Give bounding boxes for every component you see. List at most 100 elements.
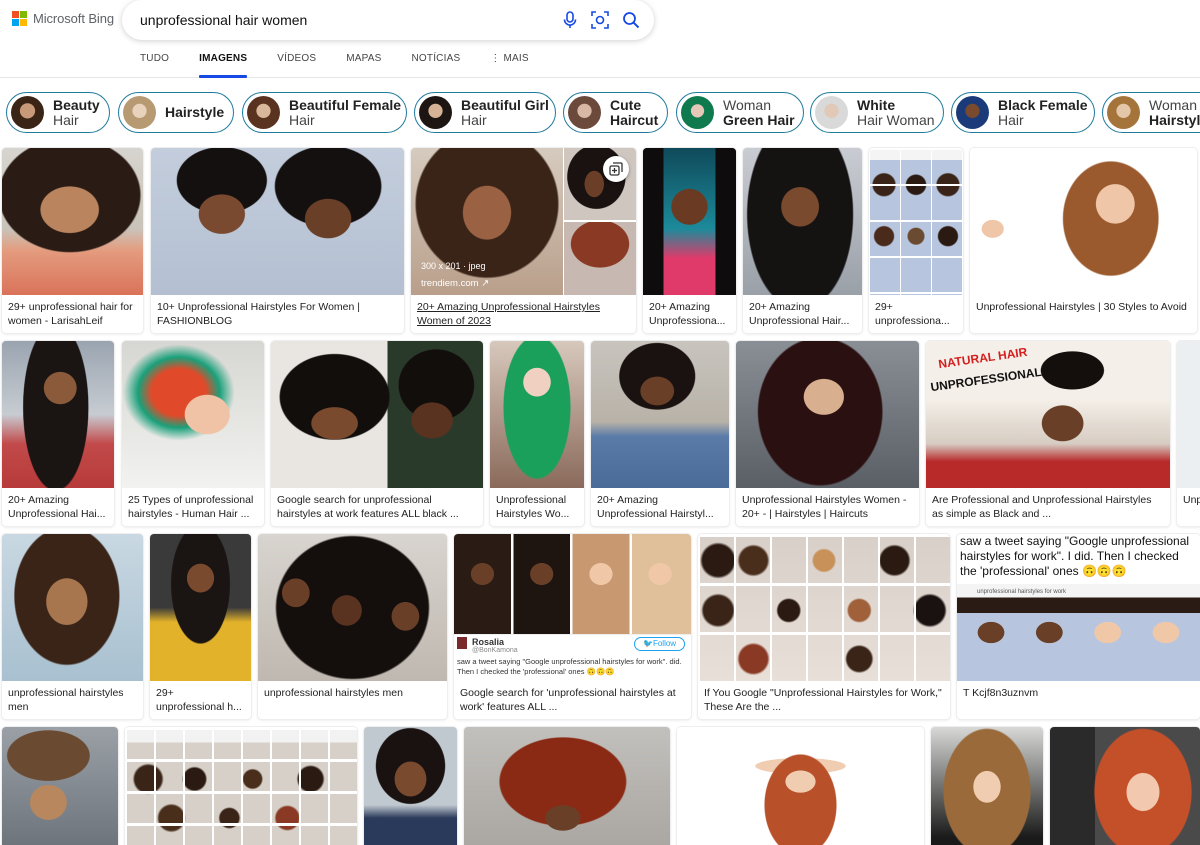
result-caption: unprofessional hairstyles men — [8, 687, 124, 713]
tweet-screenshot-text: saw a tweet saying "Google unprofessiona… — [960, 534, 1190, 578]
tweet-handle: @BonKamona — [472, 647, 518, 654]
image-result[interactable]: Google search for unprofessional hairsty… — [271, 341, 483, 526]
search-icon[interactable] — [620, 9, 642, 31]
tab-images[interactable]: IMAGENS — [199, 48, 248, 78]
image-result[interactable] — [931, 727, 1043, 845]
result-caption: Google search for 'unprofessional hairst… — [460, 687, 676, 713]
result-caption: unprofessional hairstyles men — [264, 687, 403, 699]
related-chip-cute-haircut[interactable]: Cute Haircut — [563, 92, 668, 133]
image-result[interactable]: 29+ unprofessional hair for women - Lari… — [2, 148, 143, 333]
result-thumbnail — [490, 341, 584, 488]
chip-thumbnail — [419, 96, 452, 129]
result-thumbnail — [677, 727, 924, 845]
image-result[interactable] — [464, 727, 670, 845]
result-thumbnail — [564, 148, 636, 220]
result-thumbnail — [591, 341, 729, 488]
result-caption: 20+ Amazing Unprofessiona... — [649, 301, 726, 327]
twitter-bird-icon: 🐦 — [643, 639, 653, 648]
result-caption-link[interactable]: 20+ Amazing Unprofessional Hairstyles Wo… — [417, 300, 630, 328]
result-thumbnail — [743, 148, 862, 295]
chip-label-bold: Cute — [610, 96, 642, 113]
tab-more[interactable]: ⋮ MAIS — [490, 48, 528, 78]
search-input[interactable] — [140, 10, 540, 30]
result-thumbnail — [122, 341, 264, 488]
image-result[interactable]: Unp — [1177, 341, 1200, 526]
related-chip-beautiful-girl-hair[interactable]: Beautiful Girl Hair — [414, 92, 556, 133]
related-searches-bar: Beauty Hair Hairstyle Beautiful Female Hai… — [6, 92, 1200, 134]
image-result[interactable]: unprofessional hairstyles men — [258, 534, 447, 719]
bing-logo[interactable]: Microsoft Bing — [12, 11, 114, 26]
image-result[interactable]: 20+ Amazing Unprofessional Hair... — [743, 148, 862, 333]
result-thumbnail — [643, 148, 736, 295]
result-caption: Google search for unprofessional hairsty… — [277, 494, 459, 520]
image-result[interactable]: 29+ unprofessional h... — [150, 534, 251, 719]
result-thumbnail — [125, 727, 357, 845]
image-result[interactable]: 10+ Unprofessional Hairstyles For Women … — [151, 148, 404, 333]
result-thumbnail — [1177, 341, 1200, 488]
tab-all[interactable]: TUDO — [140, 48, 169, 78]
chip-thumbnail — [956, 96, 989, 129]
image-result[interactable] — [2, 727, 118, 845]
tab-maps[interactable]: MAPAS — [346, 48, 381, 78]
related-chip-beauty-hair[interactable]: Beauty Hair — [6, 92, 110, 133]
tab-news[interactable]: NOTÍCIAS — [412, 48, 461, 78]
result-thumbnail — [454, 534, 691, 634]
image-result[interactable] — [677, 727, 924, 845]
chip-label-bold: Haircut — [610, 111, 659, 128]
image-result[interactable]: 25 Types of unprofessional hairstyles - … — [122, 341, 264, 526]
chip-thumbnail — [1107, 96, 1140, 129]
image-result-hovered[interactable]: 300 x 201 · jpeg trendiem.com ↗ 20+ Amaz… — [411, 148, 636, 333]
image-result[interactable]: 20+ Amazing Unprofessional Hairstyl... — [591, 341, 729, 526]
result-thumbnail — [1050, 727, 1200, 845]
visual-search-icon[interactable] — [589, 9, 611, 31]
top-bar: Microsoft Bing TUDO IMAGENS VÍDEOS MAPAS… — [0, 0, 1200, 78]
chip-thumbnail — [11, 96, 44, 129]
result-caption: 20+ Amazing Unprofessional Hairstyl... — [597, 494, 714, 520]
related-chip-white-hair-woman[interactable]: White Hair Woman — [810, 92, 944, 133]
search-box — [122, 0, 654, 40]
image-result[interactable]: Unprofessional Hairstyles | 30 Styles to… — [970, 148, 1197, 333]
image-result[interactable]: Unprofessional Hairstyles Wo... — [490, 341, 584, 526]
result-caption: 10+ Unprofessional Hairstyles For Women … — [157, 301, 360, 327]
image-result[interactable]: NATURAL HAIR UNPROFESSIONAL??? Are Profe… — [926, 341, 1170, 526]
image-result[interactable]: Unprofessional Hairstyles Women - 20+ - … — [736, 341, 919, 526]
tab-more-label: MAIS — [503, 53, 529, 64]
embedded-screenshot-header: unprofessional hairstyles for work — [977, 589, 1067, 595]
image-source-domain: trendiem.com — [421, 278, 479, 289]
image-result[interactable] — [364, 727, 457, 845]
microphone-icon[interactable] — [559, 9, 581, 31]
image-result[interactable]: 20+ Amazing Unprofessiona... — [643, 148, 736, 333]
tab-videos[interactable]: VÍDEOS — [277, 48, 316, 78]
related-chip-hairstyle[interactable]: Hairstyle — [118, 92, 234, 133]
image-result[interactable] — [1050, 727, 1200, 845]
image-result[interactable]: 29+ unprofessiona... — [869, 148, 963, 333]
result-caption: Unprofessional Hairstyles | 30 Styles to… — [976, 301, 1187, 313]
image-result[interactable]: unprofessional hairstyles men — [2, 534, 143, 719]
image-result[interactable] — [125, 727, 357, 845]
image-result[interactable]: saw a tweet saying "Google unprofessiona… — [957, 534, 1200, 719]
tweet-avatar — [457, 637, 467, 649]
add-to-collection-icon[interactable] — [603, 156, 629, 182]
image-result[interactable]: 20+ Amazing Unprofessional Hai... — [2, 341, 114, 526]
chip-thumbnail — [247, 96, 280, 129]
related-chip-beautiful-female-hair[interactable]: Beautiful Female Hair — [242, 92, 407, 133]
chip-label-bold: Hairstyle — [165, 104, 225, 120]
result-caption: 25 Types of unprofessional hairstyles - … — [128, 494, 254, 520]
result-caption: If You Google "Unprofessional Hairstyles… — [704, 687, 942, 713]
result-caption: 29+ unprofessional h... — [156, 687, 242, 713]
related-chip-woman-hairstyle[interactable]: WomanHairstyle — [1102, 92, 1200, 133]
result-caption: Unprofessional Hairstyles Wo... — [496, 494, 570, 520]
chip-label: Hair — [53, 111, 79, 128]
image-source-meta[interactable]: trendiem.com ↗ — [421, 278, 489, 289]
related-chip-woman-green-hair[interactable]: Woman Green Hair — [676, 92, 804, 133]
result-caption: Are Professional and Unprofessional Hair… — [932, 494, 1152, 520]
related-chip-black-female-hair[interactable]: Black Female Hair — [951, 92, 1095, 133]
image-result[interactable]: Rosalia @BonKamona 🐦Follow saw a tweet s… — [454, 534, 691, 719]
result-thumbnail — [464, 727, 670, 845]
tweet-card: Rosalia @BonKamona 🐦Follow saw a tweet s… — [454, 634, 691, 681]
image-result[interactable]: If You Google "Unprofessional Hairstyles… — [698, 534, 950, 719]
result-thumbnail — [2, 341, 114, 488]
tweet-follow-button: 🐦Follow — [634, 637, 686, 651]
chip-label-bold: Green Hair — [723, 111, 795, 128]
result-thumbnail — [271, 341, 483, 488]
